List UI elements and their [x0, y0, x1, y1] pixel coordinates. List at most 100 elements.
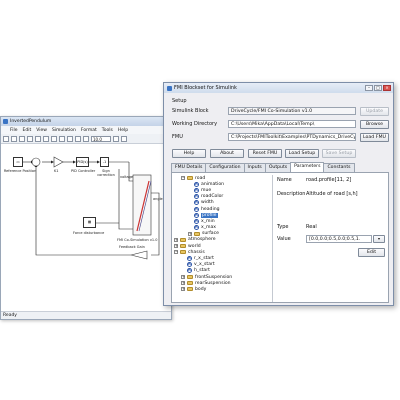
- sum-block[interactable]: [31, 157, 41, 167]
- type-label: Type: [277, 224, 289, 230]
- name-value: road.profile[11, 2]: [306, 177, 352, 183]
- browse-button[interactable]: Browse: [360, 120, 389, 129]
- tab-configuration[interactable]: Configuration: [205, 163, 245, 172]
- load-fmu-button[interactable]: Load FMU: [360, 133, 389, 142]
- menu-edit[interactable]: Edit: [23, 128, 32, 133]
- tab-inputs[interactable]: Inputs: [243, 163, 266, 172]
- expand-icon[interactable]: +: [181, 287, 185, 292]
- save-icon[interactable]: [19, 135, 25, 142]
- tab-fmu-details[interactable]: FMU Details: [171, 163, 207, 172]
- description-value: Altitude of road [s,h]: [306, 191, 358, 197]
- simulink-toolbar: 10.0: [1, 134, 171, 144]
- value-field[interactable]: [0.0,0.0;0.5,0.0;0.5,1.: [306, 235, 372, 243]
- expand-icon[interactable]: +: [181, 275, 185, 280]
- feedback-gain-block[interactable]: [130, 250, 148, 260]
- folder-icon: [187, 176, 193, 181]
- reference-block[interactable]: ▭: [13, 157, 23, 167]
- tree-folder-body[interactable]: + body: [174, 286, 269, 292]
- expand-icon[interactable]: +: [181, 281, 185, 286]
- angle-label: angle: [153, 197, 163, 201]
- setup-group-label: Setup: [172, 98, 187, 104]
- real-variable-icon: R: [194, 181, 199, 187]
- force-block[interactable]: ▦: [83, 217, 96, 228]
- expand-icon[interactable]: +: [174, 244, 178, 249]
- tree-item-label: v_x_start: [194, 262, 215, 268]
- force-label: Force disturbance: [73, 231, 105, 235]
- fmu-label: FMU: [172, 134, 183, 140]
- paste-icon[interactable]: [51, 135, 57, 142]
- description-label: Description: [277, 191, 306, 197]
- simulink-canvas[interactable]: ▭ Reference Position K1 PID(s) PID Contr…: [1, 145, 171, 310]
- working-dir-label: Working Directory: [172, 121, 218, 127]
- edit-button[interactable]: Edit: [358, 248, 385, 257]
- working-dir-field[interactable]: C:\Users\Mika\AppData\Local\Temp\: [228, 120, 356, 128]
- fmu-path-field[interactable]: C:\Projects\FMIToolkit\Examples\PTDynami…: [228, 133, 356, 141]
- stop-time-input[interactable]: 10.0: [91, 135, 111, 142]
- tree-item-label: heading: [201, 206, 220, 212]
- tree-item-label: width: [201, 200, 214, 206]
- sign-block[interactable]: -1: [100, 157, 109, 167]
- normal-mode-icon[interactable]: [113, 135, 119, 142]
- fmu-label: FMI Co-Simulation v1.0: [117, 238, 158, 242]
- print-icon[interactable]: [27, 135, 33, 142]
- value-label: Value: [277, 236, 291, 242]
- redo-icon[interactable]: [67, 135, 73, 142]
- simulink-statusbar: Ready: [1, 311, 171, 319]
- collapse-icon[interactable]: −: [174, 250, 178, 255]
- simulink-title: InvertedPendulum: [10, 119, 52, 124]
- menu-simulation[interactable]: Simulation: [52, 128, 76, 133]
- minimize-icon[interactable]: –: [365, 85, 373, 91]
- expand-icon[interactable]: +: [174, 237, 178, 242]
- real-variable-icon: R: [194, 225, 199, 231]
- open-icon[interactable]: [11, 135, 17, 142]
- k1-gain-block[interactable]: [53, 156, 64, 168]
- tree-item-label: chassis: [188, 249, 205, 255]
- menu-help[interactable]: Help: [118, 128, 128, 133]
- load-setup-button[interactable]: Load Setup: [285, 149, 319, 158]
- tree-item-label: x_min: [201, 218, 215, 224]
- menu-view[interactable]: View: [36, 128, 47, 133]
- real-variable-icon: R: [194, 206, 199, 212]
- cut-icon[interactable]: [35, 135, 41, 142]
- undo-icon[interactable]: [59, 135, 65, 142]
- tree-item-label: atmosphere: [188, 237, 216, 243]
- help-button[interactable]: Help: [172, 149, 206, 158]
- menu-format[interactable]: Format: [81, 128, 97, 133]
- stop-icon[interactable]: [83, 135, 89, 142]
- panel-splitter[interactable]: [272, 175, 273, 302]
- parameter-tree[interactable]: − road Ranimation Rmue RroadColor Rwidth Rhead…: [174, 175, 269, 302]
- maximize-icon[interactable]: □: [374, 85, 382, 91]
- menu-tools[interactable]: Tools: [102, 128, 113, 133]
- collapse-icon[interactable]: −: [181, 176, 185, 181]
- tree-item-label: road: [195, 175, 206, 181]
- tab-outputs[interactable]: Outputs: [264, 163, 292, 172]
- library-icon[interactable]: [121, 135, 127, 142]
- tree-item-label: body: [195, 286, 207, 292]
- simulink-app-icon: [3, 119, 8, 124]
- tree-item-label: surface: [202, 231, 219, 237]
- save-setup-button[interactable]: Save Setup: [322, 149, 356, 158]
- tab-parameters[interactable]: Parameters: [290, 162, 325, 172]
- reset-fmu-button[interactable]: Reset FMU: [248, 149, 282, 158]
- play-icon[interactable]: [75, 135, 81, 142]
- real-variable-icon: R: [187, 256, 192, 262]
- simulink-titlebar: InvertedPendulum: [1, 117, 171, 126]
- new-icon[interactable]: [3, 135, 9, 142]
- folder-icon: [187, 287, 193, 292]
- pid-label: PID Controller: [71, 169, 96, 173]
- real-variable-icon: R: [187, 262, 192, 268]
- copy-icon[interactable]: [43, 135, 49, 142]
- simulink-block-label: Simulink Block: [172, 108, 209, 114]
- about-button[interactable]: About: [210, 149, 244, 158]
- menu-file[interactable]: File: [10, 128, 18, 133]
- expand-icon[interactable]: +: [188, 231, 192, 236]
- pid-block[interactable]: PID(s): [76, 157, 89, 167]
- value-dropdown-button[interactable]: ▾: [373, 235, 385, 243]
- close-icon[interactable]: ×: [383, 85, 391, 91]
- update-button[interactable]: Update: [360, 107, 389, 116]
- real-variable-icon: R: [194, 194, 199, 200]
- tab-constants[interactable]: Constants: [323, 163, 355, 172]
- sign-label: Sign correction: [97, 169, 115, 177]
- tree-item-label: mue: [201, 187, 212, 193]
- folder-icon: [187, 281, 193, 286]
